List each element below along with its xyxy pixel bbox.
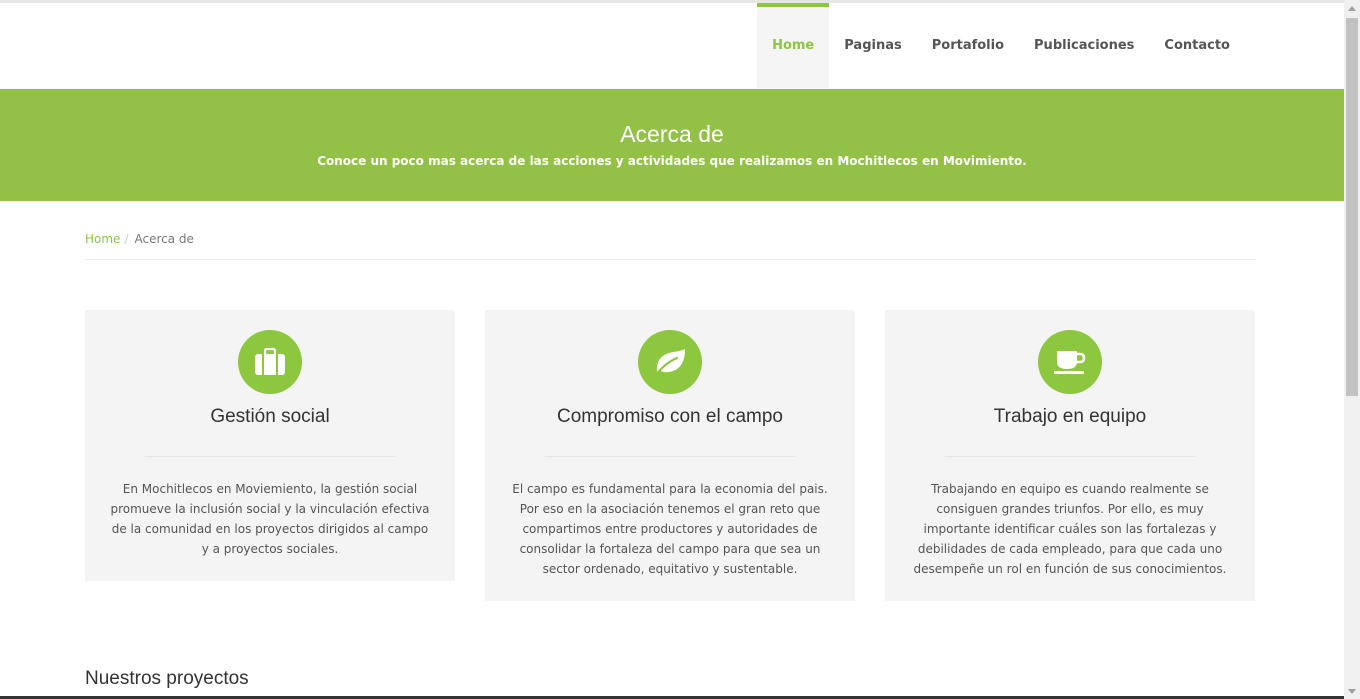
nav-item-home[interactable]: Home (757, 3, 830, 88)
breadcrumb-separator: / (124, 232, 129, 246)
nav-item-contacto[interactable]: Contacto (1149, 3, 1245, 88)
leaf-icon (638, 330, 702, 394)
card-title: Trabajo en equipo (993, 406, 1147, 427)
card-title: Gestión social (210, 406, 330, 427)
nav-item-publicaciones[interactable]: Publicaciones (1019, 3, 1149, 88)
card-divider (145, 456, 395, 457)
page-banner: Acerca de Conoce un poco mas acerca de l… (0, 89, 1344, 201)
briefcase-icon (238, 330, 302, 394)
nav-item-portafolio[interactable]: Portafolio (917, 3, 1019, 88)
breadcrumb-current: Acerca de (134, 232, 194, 246)
card-text: Trabajando en equipo es cuando realmente… (913, 482, 1227, 576)
feature-card-compromiso-campo: Compromiso con el campo El campo es fund… (485, 310, 855, 601)
main-nav: Home Paginas Portafolio Publicaciones Co… (757, 3, 1245, 88)
card-divider (945, 456, 1195, 457)
scroll-up-arrow-icon[interactable] (1344, 0, 1360, 16)
breadcrumb-home-link[interactable]: Home (85, 232, 120, 246)
card-text: El campo es fundamental para la economia… (512, 482, 828, 576)
vertical-scrollbar[interactable] (1344, 0, 1360, 699)
breadcrumb: Home / Acerca de (85, 232, 1255, 260)
nav-item-paginas[interactable]: Paginas (829, 3, 916, 88)
scroll-down-arrow-icon[interactable] (1344, 683, 1360, 699)
coffee-icon (1038, 330, 1102, 394)
page-subtitle: Conoce un poco mas acerca de las accione… (317, 154, 1027, 168)
feature-card-gestion-social: Gestión social En Mochitlecos en Moviemi… (85, 310, 455, 581)
feature-card-trabajo-equipo: Trabajo en equipo Trabajando en equipo e… (885, 310, 1255, 601)
card-text: En Mochitlecos en Moviemiento, la gestió… (110, 482, 430, 556)
page-title: Acerca de (620, 121, 724, 147)
scrollbar-thumb[interactable] (1346, 18, 1358, 396)
card-title: Compromiso con el campo (557, 406, 783, 427)
page: Home Paginas Portafolio Publicaciones Co… (0, 0, 1344, 699)
projects-section-title: Nuestros proyectos (85, 668, 249, 689)
card-divider (545, 456, 795, 457)
